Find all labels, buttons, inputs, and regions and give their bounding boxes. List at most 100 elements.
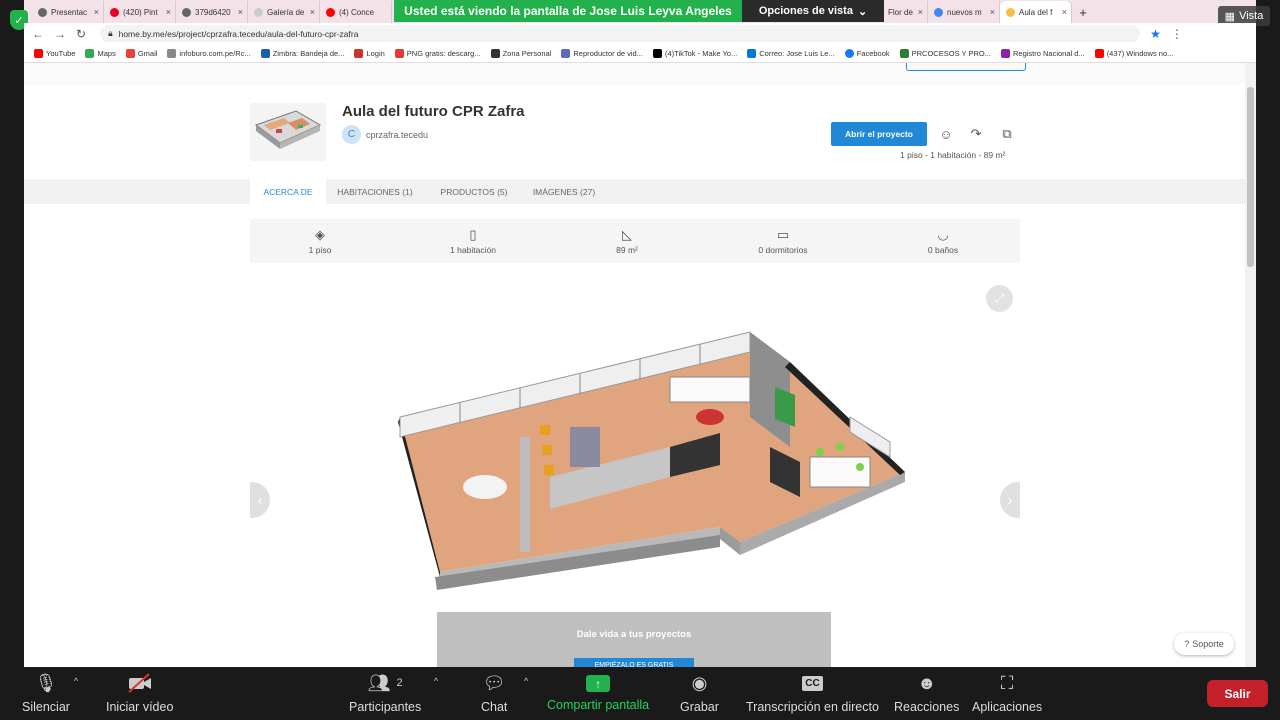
owner-name: cprzafra.tecedu [366, 129, 429, 140]
record-button[interactable]: ◉ Grabar [680, 672, 719, 715]
browser-tab-active[interactable]: Aula del f × [1000, 1, 1072, 23]
mute-button[interactable]: 🎙︎ Silenciar [22, 672, 70, 715]
browser-tab[interactable]: 379d6420 × [176, 1, 248, 23]
floorplan-3d-render [398, 331, 905, 590]
expand-icon[interactable]: ⤢ [986, 285, 1013, 312]
project-title: Aula del futuro CPR Zafra [342, 103, 525, 120]
video-off-icon [127, 672, 153, 694]
leave-meeting-button[interactable]: Salir [1207, 680, 1268, 707]
close-tab-icon[interactable]: × [990, 7, 995, 17]
bookmark-favicon-icon [747, 48, 757, 58]
start-video-button[interactable]: Iniciar vídeo [106, 672, 173, 714]
bookmark-item[interactable]: PRCOCESOS Y PRO... [899, 48, 991, 58]
bookmark-item[interactable]: Zimbra: Bandeja de... [260, 48, 344, 58]
stat-label: 1 piso [308, 244, 332, 255]
browser-tab[interactable]: (420) Pint × [104, 1, 176, 23]
bookmark-item[interactable]: YouTube [34, 48, 75, 58]
project-owner[interactable]: C cprzafra.tecedu [342, 125, 428, 144]
chat-label: Chat [481, 700, 508, 714]
chat-options-caret-icon[interactable]: ^ [524, 676, 528, 686]
extensions-icon[interactable]: ⋮ [1171, 27, 1183, 41]
closed-captions-icon: CC [802, 672, 823, 694]
bookmark-item[interactable]: (437) Windows no... [1094, 48, 1173, 58]
close-tab-icon[interactable]: × [918, 7, 923, 17]
bookmark-item[interactable]: Login [354, 48, 385, 58]
record-label: Grabar [680, 700, 719, 714]
chevron-down-icon: ⌄ [857, 5, 868, 18]
audio-options-caret-icon[interactable]: ^ [74, 676, 78, 686]
tab-images[interactable]: IMÁGENES (27) [526, 179, 602, 204]
bookmark-favicon-icon [125, 48, 135, 58]
tab-rooms[interactable]: HABITACIONES (1) [330, 179, 420, 204]
share-icon[interactable]: ↷ [966, 124, 986, 144]
tab-label: (4) Conce [339, 7, 375, 17]
browser-tab[interactable]: (4) Conce [320, 1, 392, 23]
apps-button[interactable]: ⛶ Aplicaciones [972, 672, 1042, 715]
open-project-button[interactable]: Abrir el proyecto [831, 122, 927, 146]
tab-products[interactable]: PRODUCTOS (5) [432, 179, 516, 204]
support-button[interactable]: ? Soporte [1174, 633, 1234, 655]
close-tab-icon[interactable]: × [310, 7, 315, 17]
door-icon: ▯ [469, 226, 477, 242]
bookmark-item[interactable]: (4)TikTok - Make Yo... [652, 48, 737, 58]
page-scrollbar[interactable] [1245, 63, 1256, 667]
promo-banner: Dale vida a tus proyectos EMPIÉZALO ES G… [437, 612, 831, 667]
bookmark-favicon-icon [1000, 48, 1010, 58]
close-tab-icon[interactable]: × [166, 7, 171, 17]
stat-bathrooms: ◡ 0 baños [883, 219, 1003, 263]
new-tab-button[interactable]: + [1072, 1, 1094, 23]
bookmark-favicon-icon [844, 48, 854, 58]
forward-icon[interactable]: → [54, 27, 66, 41]
chat-button[interactable]: 💬︎ Chat [481, 672, 508, 715]
bookmark-item[interactable]: Gmail [125, 48, 157, 58]
share-screen-icon: ↑ [586, 675, 611, 692]
scrollbar-thumb[interactable] [1247, 87, 1254, 267]
stat-label: 89 m² [616, 244, 638, 255]
reactions-button[interactable]: ☻ Reacciones [894, 672, 959, 715]
header-button-edge[interactable] [906, 63, 1026, 71]
promo-start-button[interactable]: EMPIÉZALO ES GRATIS [574, 658, 694, 667]
participants-button[interactable]: 👥︎ 2 Participantes [349, 672, 422, 715]
back-icon[interactable]: ← [32, 27, 44, 41]
tab-favicon-icon [1006, 7, 1015, 17]
browser-tab[interactable]: Galería de × [248, 1, 320, 23]
close-tab-icon[interactable]: × [238, 7, 243, 17]
screen-share-banner: Usted está viendo la pantalla de Jose Lu… [394, 0, 742, 22]
tab-about[interactable]: ACERCA DE [250, 179, 326, 204]
live-transcription-button[interactable]: CC Transcripción en directo [746, 672, 879, 714]
browser-tab[interactable]: nuevos m × [928, 1, 1000, 23]
participants-label: Participantes [349, 700, 422, 714]
participants-icon: 👥︎ 2 [367, 672, 403, 693]
participants-count: 2 [396, 677, 403, 689]
layers-icon: ◈ [315, 226, 325, 242]
bookmark-item[interactable]: Reproductor de vid... [561, 48, 643, 58]
like-icon[interactable]: ☺ [936, 124, 956, 144]
reload-icon[interactable]: ↻ [76, 27, 86, 41]
view-options-dropdown[interactable]: Opciones de vista ⌄ [742, 0, 884, 22]
support-label: Soporte [1192, 639, 1224, 649]
share-screen-button[interactable]: ↑ Compartir pantalla [547, 672, 649, 712]
tab-favicon-icon [182, 7, 191, 17]
bookmark-label: Correo: Jose Luis Le... [759, 48, 835, 58]
bookmark-item[interactable]: Zona Personal [490, 48, 552, 58]
close-tab-icon[interactable]: × [94, 7, 99, 17]
tab-label: (420) Pint [123, 7, 158, 17]
close-tab-icon[interactable]: × [1062, 7, 1067, 17]
bookmark-item[interactable]: Registro Nacional d... [1000, 48, 1085, 58]
url-field[interactable]: 🔒︎ home.by.me/es/project/cprzafra.tecedu/… [100, 25, 1141, 42]
bookmark-favicon-icon [167, 48, 177, 58]
bookmark-star-icon[interactable]: ★ [1150, 27, 1161, 41]
bookmark-label: Zona Personal [502, 48, 552, 58]
duplicate-icon[interactable]: ⧉ [997, 124, 1017, 144]
bookmark-item[interactable]: PNG gratis: descarg... [394, 48, 481, 58]
bookmark-item[interactable]: Maps [85, 48, 116, 58]
3d-floorplan-viewer[interactable] [250, 277, 1020, 667]
participants-options-caret-icon[interactable]: ^ [434, 676, 438, 686]
bookmark-item[interactable]: Correo: Jose Luis Le... [747, 48, 835, 58]
bookmark-item[interactable]: Facebook [844, 48, 890, 58]
browser-tab[interactable]: Presentac × [32, 1, 104, 23]
project-thumbnail[interactable] [250, 103, 326, 161]
web-page: Aula del futuro CPR Zafra C cprzafra.tec… [24, 63, 1245, 667]
bookmark-item[interactable]: infoburo.com.pe/Rc... [167, 48, 251, 58]
browser-tab[interactable]: Flor de × [882, 1, 928, 23]
